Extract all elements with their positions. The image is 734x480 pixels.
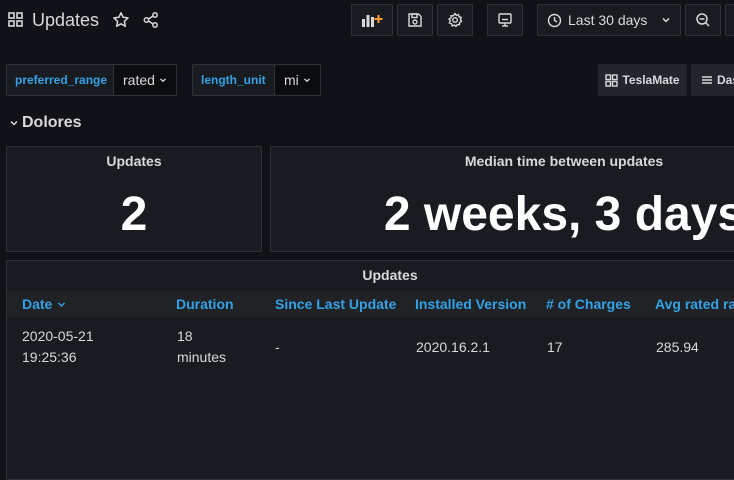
row-title[interactable]: Dolores	[22, 113, 82, 133]
time-line: 19:25:36	[22, 349, 77, 365]
stat-panel-updates: Updates 2	[6, 146, 262, 252]
duration-value: 18	[177, 328, 193, 344]
row-collapse-chevron-icon[interactable]	[9, 118, 19, 128]
chevron-down-icon	[159, 76, 167, 84]
cell-charges: 17	[547, 339, 563, 355]
gear-icon	[447, 12, 463, 28]
refresh-button[interactable]	[725, 4, 734, 36]
add-panel-button[interactable]	[351, 4, 393, 36]
dashboard-settings-button[interactable]	[437, 4, 473, 36]
variable-select-preferred-range[interactable]: rated	[113, 64, 177, 96]
link-label: Das	[717, 73, 734, 87]
dashboard-grid-icon	[8, 12, 23, 27]
panel-title: Updates	[106, 153, 162, 169]
cell-avg-range: 285.94	[656, 339, 699, 355]
stat-value: 2 weeks, 3 days	[383, 188, 734, 241]
variable-value: rated	[123, 72, 155, 88]
variable-value: mi	[284, 72, 299, 88]
column-header-date[interactable]: Date	[22, 296, 66, 312]
save-icon	[407, 12, 423, 28]
column-header-charges[interactable]: # of Charges	[546, 296, 631, 312]
chevron-down-icon	[303, 76, 311, 84]
zoom-out-button[interactable]	[685, 4, 721, 36]
column-header-since-last-update[interactable]: Since Last Update	[275, 296, 396, 312]
sort-desc-icon	[57, 300, 66, 309]
apps-grid-icon	[605, 73, 619, 87]
bars-icon	[701, 74, 713, 86]
clock-icon	[547, 13, 562, 28]
variable-label-length-unit: length_unit	[192, 64, 275, 96]
chevron-down-icon	[661, 15, 671, 25]
link-teslamate[interactable]: TeslaMate	[598, 64, 687, 96]
cell-since-last-update: -	[275, 339, 280, 355]
link-dashboards[interactable]: Das	[691, 64, 734, 96]
stat-panel-median-time: Median time between updates 2 weeks, 3 d…	[270, 146, 734, 252]
zoom-out-icon	[695, 12, 711, 28]
page-title[interactable]: Updates	[32, 8, 99, 32]
panel-title: Median time between updates	[464, 153, 664, 169]
panel-title: Updates	[362, 267, 418, 283]
duration-unit: minutes	[177, 349, 227, 365]
time-range-label: Last 30 days	[568, 12, 648, 28]
column-header-avg-range[interactable]: Avg rated ran	[655, 296, 734, 312]
stat-value: 2	[120, 188, 148, 241]
share-icon[interactable]	[142, 11, 160, 29]
variable-label-preferred-range: preferred_range	[6, 64, 117, 96]
cell-installed-version: 2020.16.2.1	[416, 339, 490, 355]
cell-date: 2020-05-21 19:25:36	[22, 326, 94, 368]
column-header-duration[interactable]: Duration	[176, 296, 234, 312]
save-dashboard-button[interactable]	[397, 4, 433, 36]
cell-duration: 18 minutes	[177, 326, 226, 368]
date-line: 2020-05-21	[22, 328, 94, 344]
link-label: TeslaMate	[622, 73, 680, 87]
star-icon[interactable]	[112, 11, 130, 29]
cycle-view-mode-button[interactable]	[487, 4, 523, 36]
monitor-icon	[497, 12, 513, 28]
column-header-installed-version[interactable]: Installed Version	[415, 296, 526, 312]
variable-select-length-unit[interactable]: mi	[274, 64, 321, 96]
add-panel-icon	[361, 12, 383, 28]
column-header-label: Date	[22, 296, 53, 312]
time-range-picker[interactable]: Last 30 days	[537, 4, 681, 36]
table-panel-updates: Updates Date Duration Since Last Update …	[6, 260, 734, 480]
